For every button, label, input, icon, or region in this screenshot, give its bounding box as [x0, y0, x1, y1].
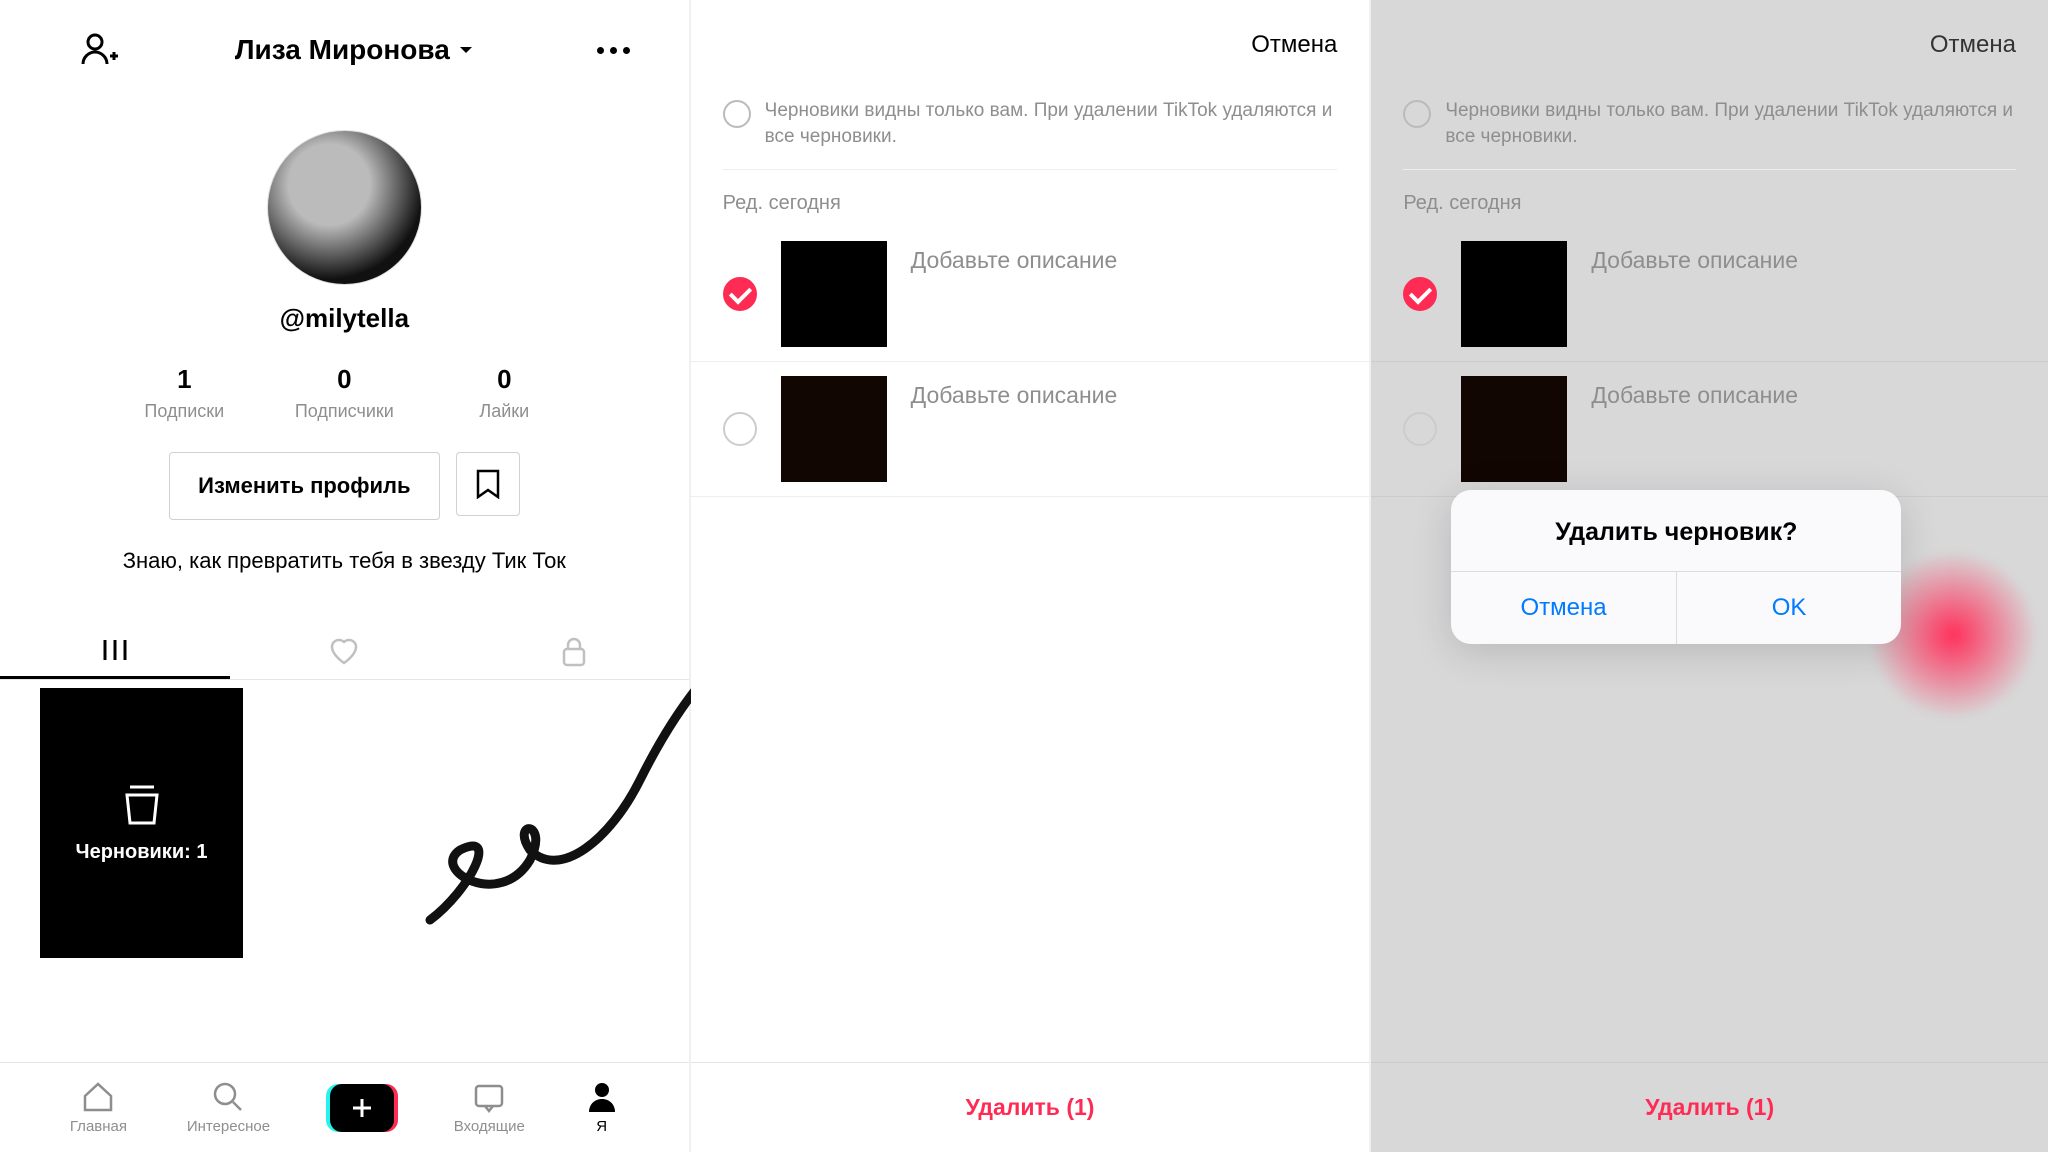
draft-row[interactable]: Добавьте описание — [691, 227, 1370, 362]
draft-checkbox[interactable] — [1403, 412, 1437, 446]
drafts-screen-dialog: Отмена Черновики видны только вам. При у… — [1371, 0, 2048, 1152]
stats-row: 1 Подписки 0 Подписчики 0 Лайки — [0, 364, 689, 422]
account-switcher[interactable]: Лиза Миронова — [140, 34, 569, 66]
profile-header: Лиза Миронова — [0, 0, 689, 100]
draft-thumbnail[interactable] — [781, 241, 887, 347]
bookmark-icon — [475, 469, 501, 499]
draft-description: Добавьте описание — [911, 241, 1118, 274]
video-grid: Черновики: 1 — [0, 680, 689, 966]
search-icon — [211, 1080, 245, 1114]
delete-button[interactable]: Удалить (1) — [1371, 1062, 2048, 1152]
more-icon[interactable] — [589, 47, 639, 54]
draft-checkbox[interactable] — [723, 412, 757, 446]
drafts-header: Отмена — [1371, 0, 2048, 90]
profile-buttons: Изменить профиль — [0, 452, 689, 520]
add-friend-icon[interactable] — [80, 30, 120, 70]
section-label: Ред. сегодня — [1371, 180, 2048, 227]
cancel-button[interactable]: Отмена — [1930, 31, 2016, 59]
nav-me[interactable]: Я — [585, 1080, 619, 1135]
drafts-info: Черновики видны только вам. При удалении… — [1371, 90, 2048, 169]
nav-discover[interactable]: Интересное — [187, 1080, 270, 1135]
stat-following[interactable]: 1 Подписки — [104, 364, 264, 422]
draft-thumbnail[interactable] — [1461, 241, 1567, 347]
smiley-icon — [723, 100, 751, 128]
plus-icon — [350, 1096, 374, 1120]
dialog-cancel-button[interactable]: Отмена — [1451, 572, 1676, 644]
delete-button[interactable]: Удалить (1) — [691, 1062, 1370, 1152]
username: @milytella — [280, 303, 409, 334]
tab-private[interactable] — [459, 624, 689, 679]
drafts-icon — [122, 783, 162, 827]
smiley-icon — [1403, 100, 1431, 128]
drafts-info: Черновики видны только вам. При удалении… — [691, 90, 1370, 169]
avatar-section: @milytella — [0, 130, 689, 334]
stat-followers[interactable]: 0 Подписчики — [264, 364, 424, 422]
avatar[interactable] — [267, 130, 422, 285]
chevron-down-icon — [458, 42, 474, 58]
draft-row[interactable]: Добавьте описание — [1371, 362, 2048, 497]
draft-thumbnail[interactable] — [781, 376, 887, 482]
person-icon — [585, 1080, 619, 1114]
draft-description: Добавьте описание — [1591, 376, 1798, 409]
draft-checkbox[interactable] — [723, 277, 757, 311]
dialog-title: Удалить черновик? — [1451, 490, 1901, 571]
display-name: Лиза Миронова — [235, 34, 450, 66]
draft-description: Добавьте описание — [911, 376, 1118, 409]
grid-icon — [101, 636, 129, 664]
tab-grid[interactable] — [0, 624, 230, 679]
lock-icon — [561, 637, 587, 667]
tab-liked[interactable] — [230, 624, 460, 679]
inbox-icon — [472, 1080, 506, 1114]
drafts-tile[interactable]: Черновики: 1 — [40, 688, 243, 958]
bottom-nav: Главная Интересное Входящие Я — [0, 1062, 689, 1152]
nav-inbox[interactable]: Входящие — [454, 1080, 525, 1135]
heart-icon — [328, 638, 360, 666]
edit-profile-button[interactable]: Изменить профиль — [169, 452, 439, 520]
dialog-ok-button[interactable]: OK — [1676, 572, 1902, 644]
draft-checkbox[interactable] — [1403, 277, 1437, 311]
draft-row[interactable]: Добавьте описание — [691, 362, 1370, 497]
drafts-screen: Отмена Черновики видны только вам. При у… — [691, 0, 1370, 1152]
profile-tabs — [0, 624, 689, 680]
bio: Знаю, как превратить тебя в звезду Тик Т… — [0, 548, 689, 574]
confirm-dialog: Удалить черновик? Отмена OK — [1451, 490, 1901, 644]
draft-thumbnail[interactable] — [1461, 376, 1567, 482]
section-label: Ред. сегодня — [691, 180, 1370, 227]
cancel-button[interactable]: Отмена — [1251, 31, 1337, 59]
create-button[interactable] — [330, 1084, 394, 1132]
drafts-header: Отмена — [691, 0, 1370, 90]
profile-screen: Лиза Миронова @milytella 1 Подписки 0 По… — [0, 0, 689, 1152]
bookmark-button[interactable] — [456, 452, 520, 516]
stat-likes[interactable]: 0 Лайки — [424, 364, 584, 422]
nav-home[interactable]: Главная — [70, 1080, 127, 1135]
draft-description: Добавьте описание — [1591, 241, 1798, 274]
draft-row[interactable]: Добавьте описание — [1371, 227, 2048, 362]
home-icon — [81, 1080, 115, 1114]
